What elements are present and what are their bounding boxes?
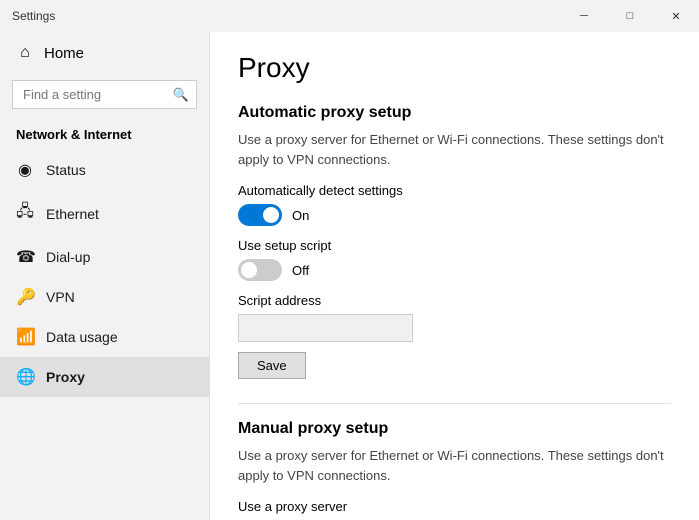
status-icon: ◉ xyxy=(16,160,34,180)
minimize-button[interactable]: ─ xyxy=(561,0,607,32)
sidebar-item-vpn[interactable]: 🔑 VPN xyxy=(0,277,209,317)
home-icon: ⌂ xyxy=(16,44,34,62)
ethernet-icon: 🖧 xyxy=(16,200,34,227)
page-title: Proxy xyxy=(238,52,671,84)
search-input[interactable] xyxy=(12,80,197,109)
maximize-button[interactable]: □ xyxy=(607,0,653,32)
app-body: ⌂ Home 🔍 Network & Internet ◉ Status 🖧 E… xyxy=(0,32,699,520)
datausage-icon: 📶 xyxy=(16,327,34,347)
sidebar-search-container: 🔍 xyxy=(12,80,197,109)
content-wrapper: Proxy Automatic proxy setup Use a proxy … xyxy=(238,52,671,520)
setup-script-knob xyxy=(241,262,257,278)
sidebar-item-label: VPN xyxy=(46,289,75,305)
auto-detect-label: Automatically detect settings xyxy=(238,183,671,198)
sidebar-home-label: Home xyxy=(44,45,84,62)
script-address-label: Script address xyxy=(238,293,671,308)
sidebar-item-label: Data usage xyxy=(46,329,118,345)
sidebar-item-status[interactable]: ◉ Status xyxy=(0,150,209,190)
sidebar-item-home[interactable]: ⌂ Home xyxy=(0,32,209,74)
sidebar-item-label: Dial-up xyxy=(46,249,90,265)
content-area: Proxy Automatic proxy setup Use a proxy … xyxy=(210,32,699,520)
setup-script-state: Off xyxy=(292,263,309,278)
auto-detect-row: On xyxy=(238,204,671,226)
sidebar-item-label: Proxy xyxy=(46,369,85,385)
titlebar: Settings ─ □ ✕ xyxy=(0,0,699,32)
setup-script-label: Use setup script xyxy=(238,238,671,253)
automatic-description: Use a proxy server for Ethernet or Wi-Fi… xyxy=(238,130,671,169)
dialup-icon: ☎ xyxy=(16,247,34,267)
sidebar-item-proxy[interactable]: 🌐 Proxy xyxy=(0,357,209,397)
manual-section-title: Manual proxy setup xyxy=(238,420,671,438)
auto-detect-knob xyxy=(263,207,279,223)
close-button[interactable]: ✕ xyxy=(653,0,699,32)
proxy-icon: 🌐 xyxy=(16,367,34,387)
automatic-section-title: Automatic proxy setup xyxy=(238,104,671,122)
setup-script-row: Off xyxy=(238,259,671,281)
use-proxy-label: Use a proxy server xyxy=(238,499,671,514)
titlebar-controls: ─ □ ✕ xyxy=(561,0,699,32)
sidebar-item-label: Status xyxy=(46,162,86,178)
sidebar-section-title: Network & Internet xyxy=(0,121,209,150)
sidebar-item-label: Ethernet xyxy=(46,206,99,222)
vpn-icon: 🔑 xyxy=(16,287,34,307)
titlebar-title: Settings xyxy=(12,9,55,23)
setup-script-toggle[interactable] xyxy=(238,259,282,281)
sidebar-item-dialup[interactable]: ☎ Dial-up xyxy=(0,237,209,277)
sidebar-item-datausage[interactable]: 📶 Data usage xyxy=(0,317,209,357)
auto-detect-toggle[interactable] xyxy=(238,204,282,226)
search-icon: 🔍 xyxy=(173,87,189,103)
sidebar-item-ethernet[interactable]: 🖧 Ethernet xyxy=(0,190,209,237)
save-button[interactable]: Save xyxy=(238,352,306,379)
manual-description: Use a proxy server for Ethernet or Wi-Fi… xyxy=(238,446,671,485)
script-address-input[interactable] xyxy=(238,314,413,342)
auto-detect-state: On xyxy=(292,208,309,223)
section-divider xyxy=(238,403,671,404)
sidebar: ⌂ Home 🔍 Network & Internet ◉ Status 🖧 E… xyxy=(0,32,210,520)
